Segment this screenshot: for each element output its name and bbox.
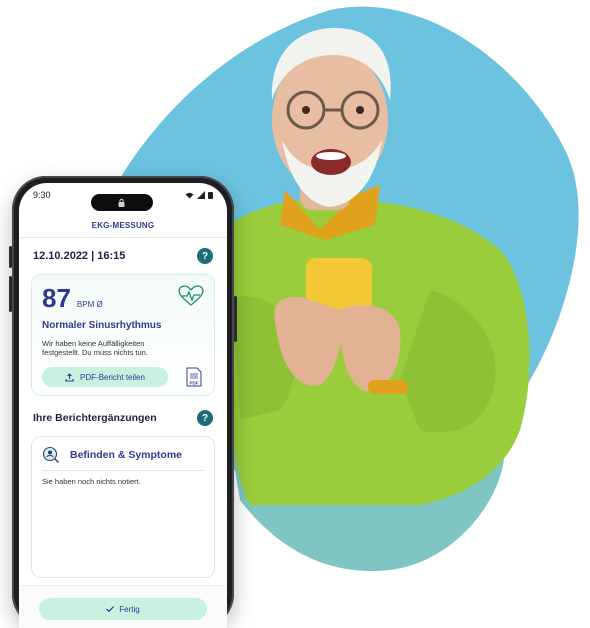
dynamic-island <box>91 194 153 211</box>
app-screen: 9:30 EKG-MESSUNG 12.10.2022 | 16:15 ? 87… <box>19 183 227 628</box>
phone-volume-button <box>9 276 12 312</box>
battery-icon <box>208 192 213 199</box>
wifi-icon <box>185 192 194 198</box>
person-search-icon <box>42 446 59 463</box>
help-button[interactable]: ? <box>197 248 213 264</box>
status-icons <box>185 191 213 199</box>
done-button[interactable]: Fertig <box>39 598 207 620</box>
share-pdf-button[interactable]: PDF-Bericht teilen <box>42 367 168 387</box>
measurement-header: 12.10.2022 | 16:15 ? <box>19 248 227 264</box>
supplements-header: Ihre Berichtergänzungen ? <box>19 410 227 426</box>
check-icon <box>106 606 115 612</box>
screen-title: EKG-MESSUNG <box>91 221 155 230</box>
bottom-bar: Fertig <box>19 585 227 628</box>
question-icon: ? <box>201 250 209 262</box>
supplements-title: Ihre Berichtergänzungen <box>33 412 157 424</box>
bpm-unit: BPM Ø <box>76 300 103 309</box>
symptoms-empty-text: Sie haben noch nichts notiert. <box>42 477 141 486</box>
status-time: 9:30 <box>33 190 51 200</box>
pdf-file-icon[interactable]: PDF <box>186 367 202 387</box>
symptoms-card-header: Befinden & Symptome <box>32 437 214 470</box>
share-pdf-label: PDF-Bericht teilen <box>80 372 145 382</box>
done-label: Fertig <box>119 604 140 614</box>
result-description: Wir haben keine Auffälligkeiten festgest… <box>42 339 148 357</box>
measurement-datetime: 12.10.2022 | 16:15 <box>33 250 126 262</box>
header-divider <box>19 237 227 238</box>
bpm-value: 87 <box>42 283 71 313</box>
symptoms-card[interactable]: Befinden & Symptome Sie haben noch nicht… <box>31 436 215 578</box>
phone-power-button <box>234 296 237 342</box>
rhythm-result: Normaler Sinusrhythmus <box>42 320 162 331</box>
phone-mockup: 9:30 EKG-MESSUNG 12.10.2022 | 16:15 ? 87… <box>9 176 237 628</box>
result-card: 87 BPM Ø Normaler Sinusrhythmus Wir habe… <box>31 274 215 396</box>
symptoms-card-title: Befinden & Symptome <box>70 449 183 461</box>
upload-icon <box>65 372 74 382</box>
question-icon: ? <box>201 412 209 424</box>
lock-icon <box>118 198 125 207</box>
supplements-help-button[interactable]: ? <box>197 410 213 426</box>
phone-volume-button <box>9 246 12 268</box>
signal-icon <box>197 191 205 199</box>
pdf-label: PDF <box>190 381 199 386</box>
heart-pulse-icon <box>178 285 204 306</box>
